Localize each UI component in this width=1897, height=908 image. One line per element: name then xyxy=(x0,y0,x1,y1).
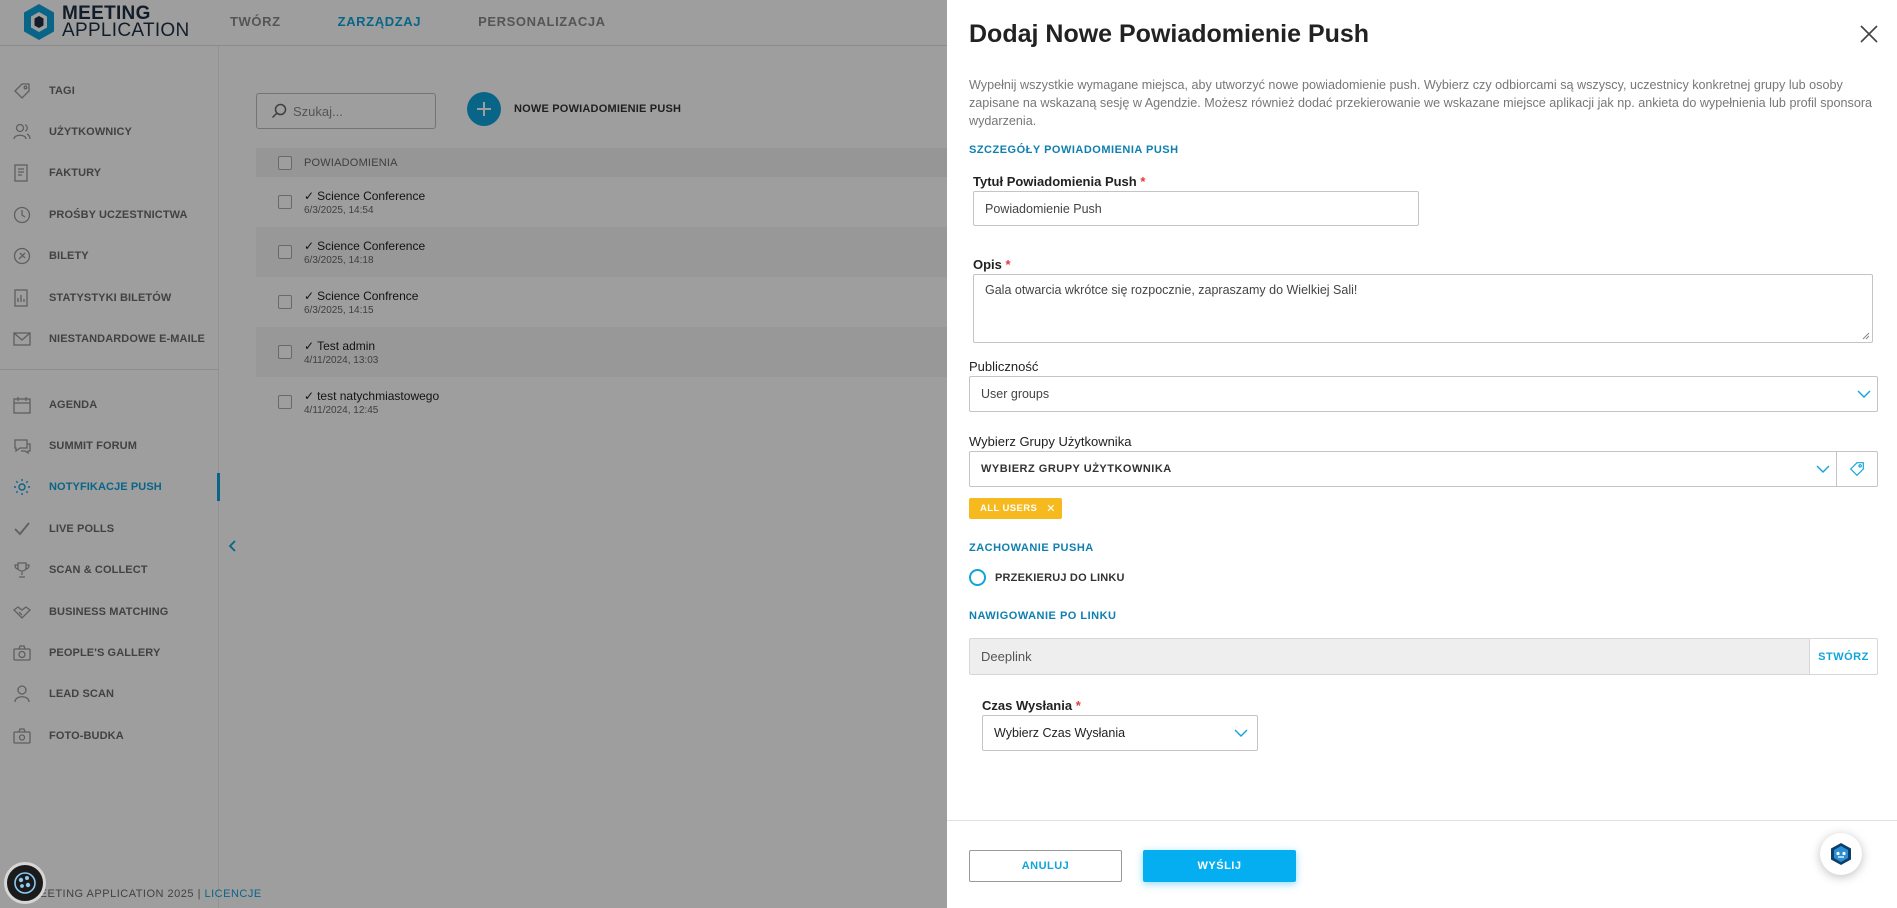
add-push-panel: Dodaj Nowe Powiadomienie Push Wypełnij w… xyxy=(947,0,1897,908)
send-time-value: Wybierz Czas Wysłania xyxy=(994,726,1126,740)
tag-icon xyxy=(1849,462,1864,477)
deeplink-field[interactable] xyxy=(969,638,1809,675)
close-icon[interactable] xyxy=(1858,23,1880,45)
chevron-down-icon xyxy=(1857,390,1871,398)
required-mark: * xyxy=(1140,174,1146,189)
selected-group-label: ALL USERS xyxy=(980,503,1038,514)
description-textarea[interactable]: Gala otwarcia wkrótce się rozpocznie, za… xyxy=(973,274,1873,343)
deeplink-input[interactable] xyxy=(981,649,1681,664)
title-field-label: Tytuł Powiadomienia Push * xyxy=(973,174,1145,189)
title-input[interactable]: Powiadomienie Push xyxy=(973,191,1419,226)
panel-description: Wypełnij wszystkie wymagane miejsca, aby… xyxy=(969,78,1873,128)
cancel-button[interactable]: ANULUJ xyxy=(969,850,1122,882)
remove-tag-icon[interactable]: ✕ xyxy=(1046,502,1056,515)
create-deeplink-button[interactable]: STWÓRZ xyxy=(1809,638,1878,675)
section-details-heading: SZCZEGÓŁY POWIADOMIENIA PUSH xyxy=(969,144,1179,156)
chevron-down-icon xyxy=(1816,465,1830,473)
tag-picker-button[interactable] xyxy=(1837,451,1878,487)
resize-handle-icon[interactable] xyxy=(1862,332,1870,340)
description-field-label: Opis * xyxy=(973,257,1011,272)
audience-select[interactable]: User groups xyxy=(969,376,1878,412)
required-mark: * xyxy=(1005,257,1011,272)
required-mark: * xyxy=(1075,698,1081,713)
section-nav-heading: NAWIGOWANIE PO LINKU xyxy=(969,610,1117,622)
section-behavior-heading: ZACHOWANIE PUSHA xyxy=(969,542,1094,554)
description-label-text: Opis xyxy=(973,257,1002,272)
send-button[interactable]: WYŚLIJ xyxy=(1143,850,1296,882)
cookie-icon xyxy=(14,872,36,894)
groups-placeholder: WYBIERZ GRUPY UŻYTKOWNIKA xyxy=(981,463,1172,475)
send-time-label: Czas Wysłania * xyxy=(982,698,1081,713)
redirect-radio[interactable] xyxy=(969,569,986,586)
audience-label: Publiczność xyxy=(969,359,1039,374)
support-chat-button[interactable] xyxy=(1820,833,1862,875)
cookie-settings-button[interactable] xyxy=(4,862,46,904)
redirect-radio-label[interactable]: PRZEKIERUJ DO LINKU xyxy=(995,572,1125,584)
panel-footer-divider xyxy=(947,820,1897,821)
selected-group-tag: ALL USERS ✕ xyxy=(969,498,1062,519)
title-label-text: Tytuł Powiadomienia Push xyxy=(973,174,1137,189)
groups-select[interactable]: WYBIERZ GRUPY UŻYTKOWNIKA xyxy=(969,451,1837,487)
send-time-select[interactable]: Wybierz Czas Wysłania xyxy=(982,715,1258,751)
panel-title: Dodaj Nowe Powiadomienie Push xyxy=(969,20,1370,48)
chevron-down-icon xyxy=(1234,729,1248,737)
description-value: Gala otwarcia wkrótce się rozpocznie, za… xyxy=(985,283,1358,297)
send-time-label-text: Czas Wysłania xyxy=(982,698,1073,713)
audience-value: User groups xyxy=(981,387,1050,401)
support-bot-icon xyxy=(1831,843,1851,865)
title-input-value: Powiadomienie Push xyxy=(985,201,1102,216)
groups-label: Wybierz Grupy Użytkownika xyxy=(969,434,1132,449)
